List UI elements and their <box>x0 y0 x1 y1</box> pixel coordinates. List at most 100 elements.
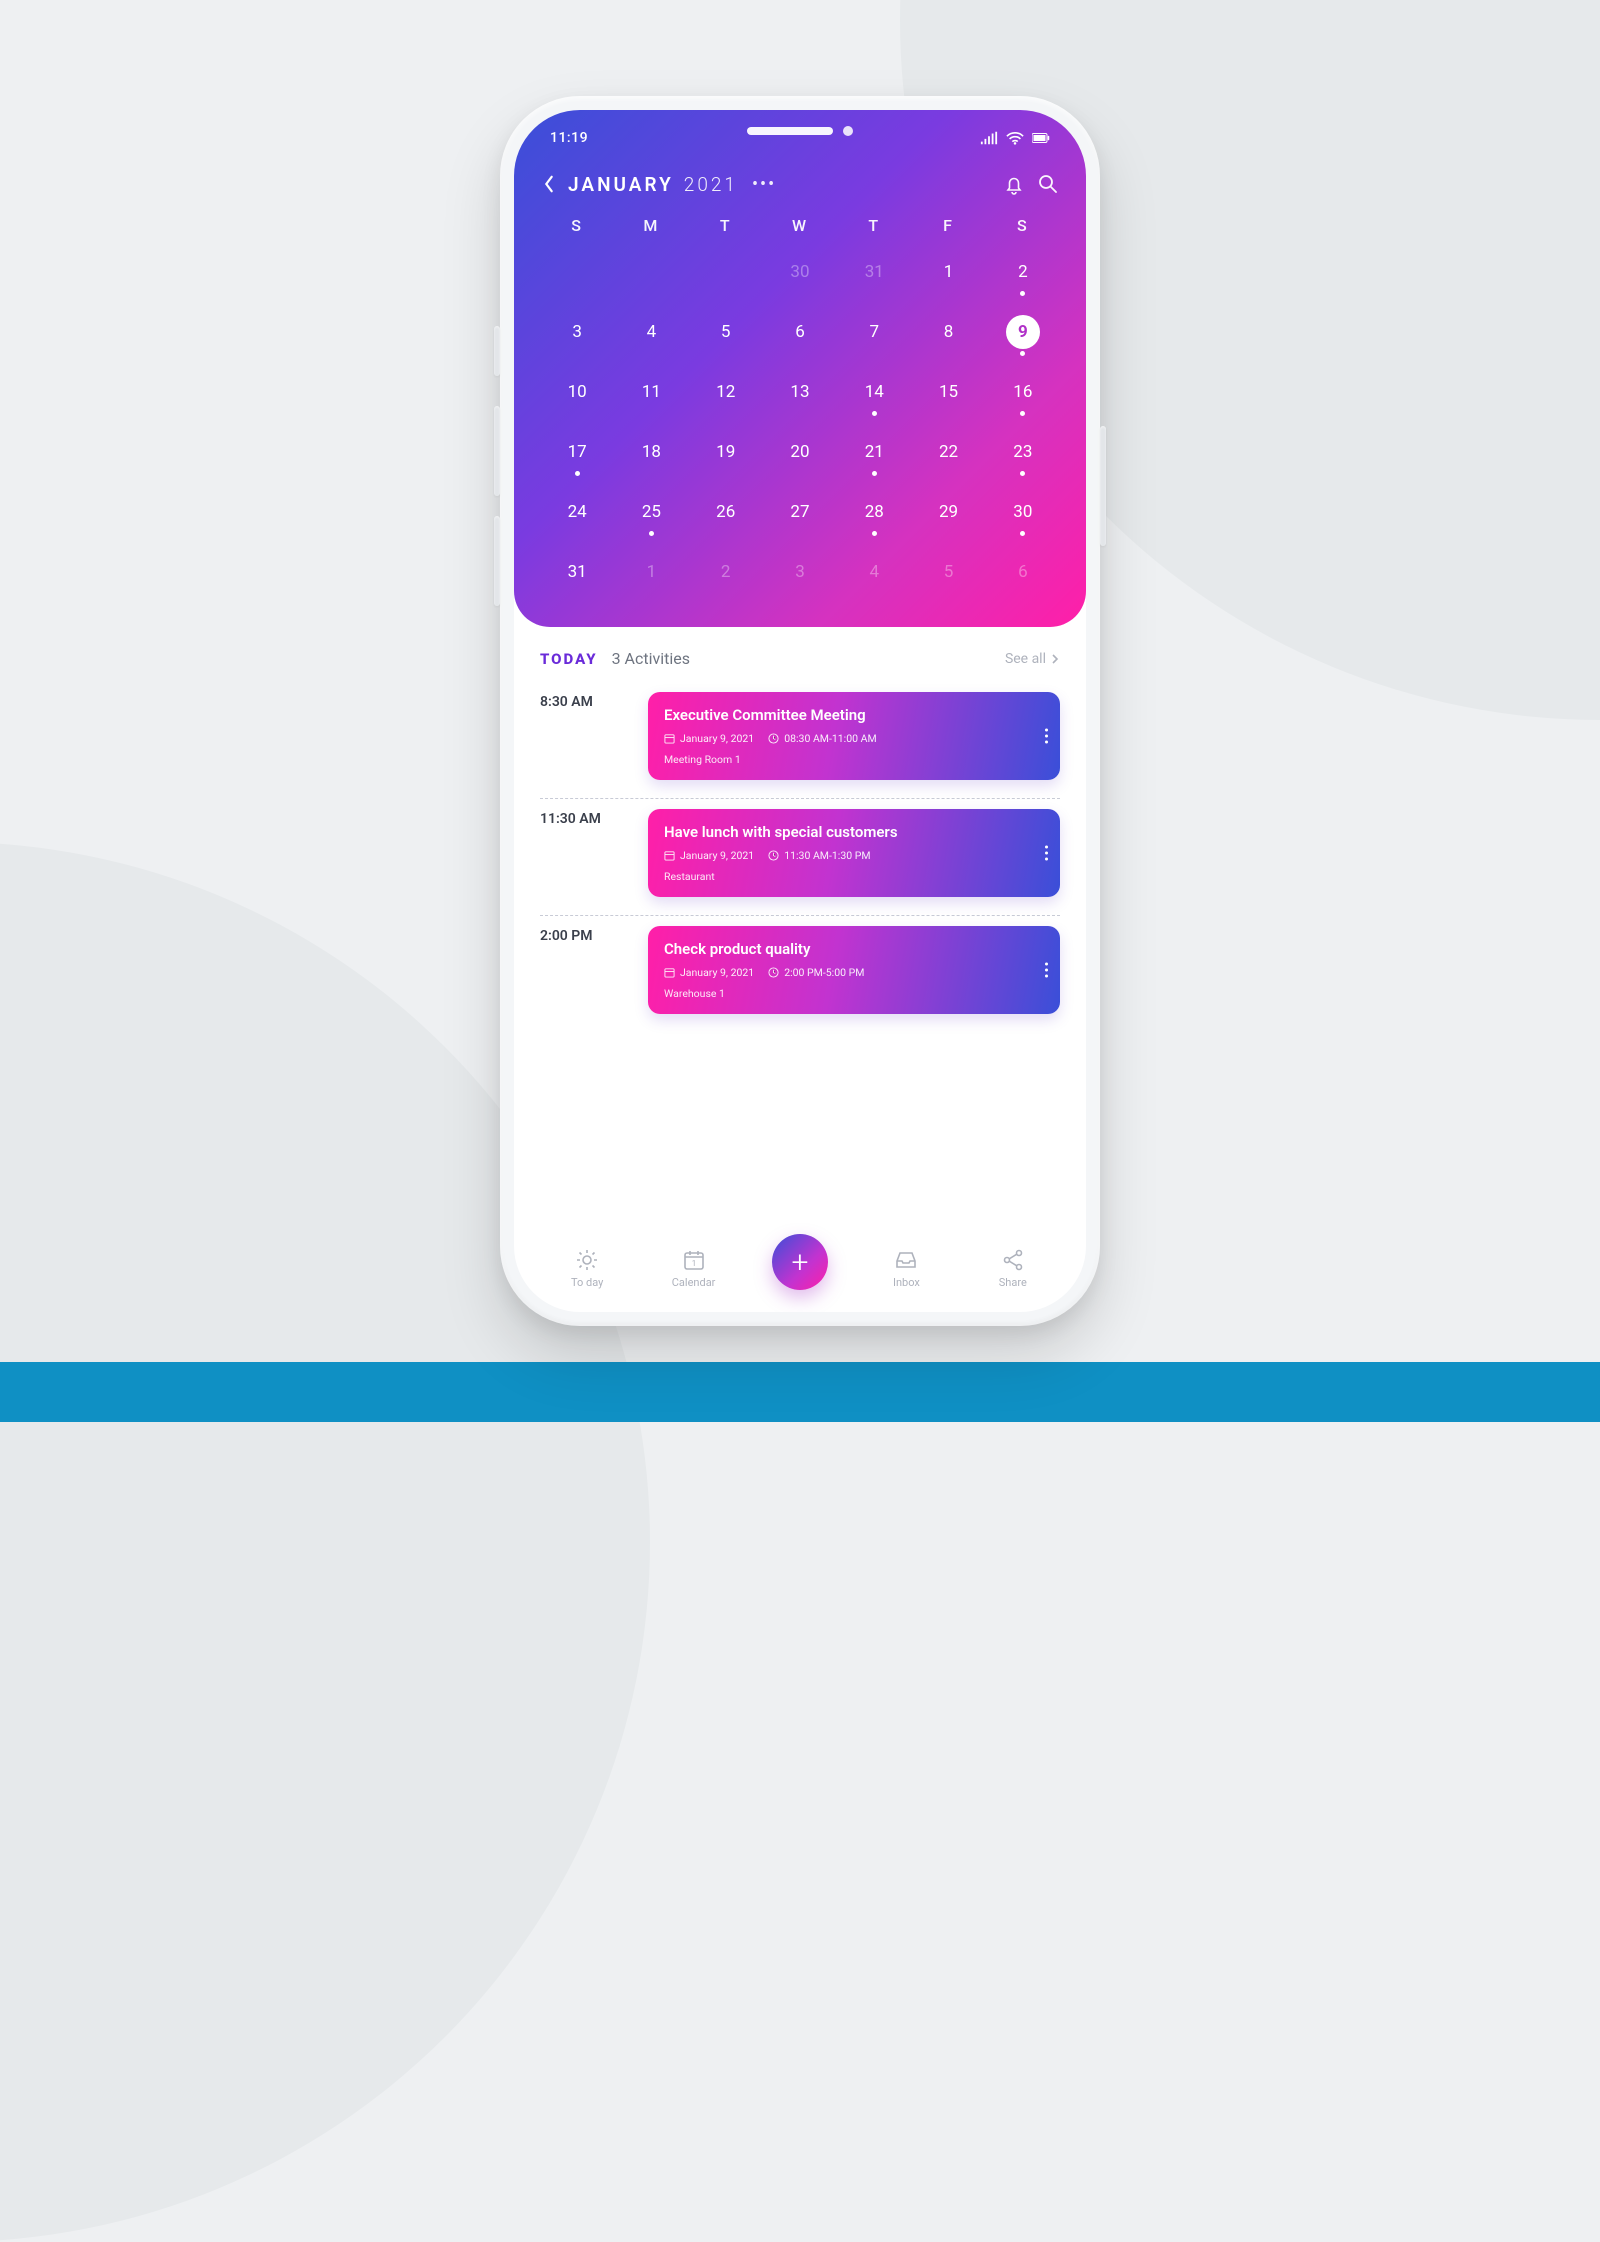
week-row: 24 25 26 27282930 <box>540 485 1060 545</box>
day-cell[interactable]: 9 <box>986 305 1060 365</box>
weekday-cell: W <box>763 216 837 235</box>
day-cell[interactable]: 18 <box>614 425 688 485</box>
day-cell[interactable]: 5 <box>689 305 763 365</box>
bell-icon[interactable] <box>1002 172 1026 196</box>
day-cell[interactable]: 7 <box>837 305 911 365</box>
day-cell[interactable]: 17 <box>540 425 614 485</box>
day-number: 2 <box>709 555 743 589</box>
day-cell[interactable]: 31 <box>540 545 614 605</box>
activity-title: Check product quality <box>664 940 1020 958</box>
day-cell[interactable]: 20 <box>763 425 837 485</box>
day-number: 4 <box>857 555 891 589</box>
day-number: 26 <box>709 495 743 529</box>
activity-card[interactable]: Have lunch with special customers Januar… <box>648 809 1060 897</box>
day-cell[interactable]: 21 <box>837 425 911 485</box>
nav-inbox[interactable]: Inbox <box>893 1248 920 1289</box>
event-dot <box>1020 411 1025 416</box>
svg-text:1: 1 <box>691 1259 696 1268</box>
day-number: 14 <box>857 375 891 409</box>
more-icon[interactable]: ••• <box>752 174 776 195</box>
card-more-icon[interactable] <box>1045 846 1048 861</box>
day-cell[interactable]: 31 <box>837 245 911 305</box>
weekday-cell: S <box>986 216 1060 235</box>
day-number: 24 <box>560 495 594 529</box>
day-cell[interactable]: 27 <box>763 485 837 545</box>
activity-time: 8:30 AM <box>540 692 630 780</box>
weekday-cell: M <box>614 216 688 235</box>
activity-card[interactable]: Executive Committee Meeting January 9, 2… <box>648 692 1060 780</box>
day-cell[interactable]: 19 <box>689 425 763 485</box>
event-dot <box>575 471 580 476</box>
day-cell[interactable]: 30 <box>986 485 1060 545</box>
day-cell[interactable]: 3 <box>763 545 837 605</box>
day-cell <box>614 245 688 305</box>
day-cell[interactable]: 2 <box>986 245 1060 305</box>
day-cell[interactable]: 10 <box>540 365 614 425</box>
day-cell[interactable]: 5 <box>911 545 985 605</box>
day-cell[interactable]: 8 <box>911 305 985 365</box>
activity-card[interactable]: Check product quality January 9, 2021 2:… <box>648 926 1060 1014</box>
day-number: 19 <box>709 435 743 469</box>
day-number: 12 <box>709 375 743 409</box>
nav-today[interactable]: To day <box>571 1248 603 1289</box>
day-cell[interactable]: 14 <box>837 365 911 425</box>
clock-mini-icon <box>768 850 779 861</box>
event-dot <box>1020 531 1025 536</box>
week-row: 30 3112 <box>540 245 1060 305</box>
day-cell[interactable]: 1 <box>614 545 688 605</box>
day-cell[interactable]: 15 <box>911 365 985 425</box>
day-cell[interactable]: 11 <box>614 365 688 425</box>
day-cell[interactable]: 6 <box>986 545 1060 605</box>
calendar-mini-icon <box>664 967 675 978</box>
weekday-cell: T <box>837 216 911 235</box>
clock-mini-icon <box>768 967 779 978</box>
activity-meta: January 9, 2021 11:30 AM-1:30 PM <box>664 849 1020 862</box>
day-cell[interactable]: 13 <box>763 365 837 425</box>
week-row: 1718 19 20 21 2223 <box>540 425 1060 485</box>
activity-location: Warehouse 1 <box>664 987 1020 1000</box>
year-label[interactable]: 2021 <box>684 173 738 196</box>
day-cell[interactable]: 25 <box>614 485 688 545</box>
day-cell[interactable]: 29 <box>911 485 985 545</box>
day-cell[interactable]: 1 <box>911 245 985 305</box>
day-cell[interactable]: 23 <box>986 425 1060 485</box>
day-cell[interactable]: 30 <box>763 245 837 305</box>
day-number: 31 <box>560 555 594 589</box>
nav-share[interactable]: Share <box>999 1248 1027 1289</box>
day-number: 30 <box>783 255 817 289</box>
share-icon <box>1001 1248 1025 1272</box>
day-cell[interactable]: 26 <box>689 485 763 545</box>
back-icon[interactable] <box>540 175 558 193</box>
card-more-icon[interactable] <box>1045 729 1048 744</box>
status-icons <box>980 131 1050 145</box>
activity-range: 11:30 AM-1:30 PM <box>784 849 870 862</box>
card-more-icon[interactable] <box>1045 963 1048 978</box>
today-label: TODAY <box>540 650 598 668</box>
day-cell[interactable]: 22 <box>911 425 985 485</box>
nav-calendar[interactable]: 1 Calendar <box>672 1248 716 1289</box>
clock-mini-icon <box>768 733 779 744</box>
day-cell[interactable]: 2 <box>689 545 763 605</box>
day-cell[interactable]: 3 <box>540 305 614 365</box>
inbox-icon <box>894 1248 918 1272</box>
see-all-link[interactable]: See all <box>1005 651 1060 667</box>
add-button[interactable]: + <box>772 1234 828 1290</box>
volume-down <box>494 516 500 606</box>
day-cell[interactable]: 16 <box>986 365 1060 425</box>
day-cell[interactable]: 4 <box>837 545 911 605</box>
day-cell[interactable]: 4 <box>614 305 688 365</box>
front-camera <box>843 126 853 136</box>
day-cell <box>540 245 614 305</box>
search-icon[interactable] <box>1036 172 1060 196</box>
day-number: 6 <box>1006 555 1040 589</box>
day-cell[interactable]: 28 <box>837 485 911 545</box>
weekday-cell: T <box>689 216 763 235</box>
day-cell[interactable]: 6 <box>763 305 837 365</box>
day-cell[interactable]: 12 <box>689 365 763 425</box>
day-number: 21 <box>857 435 891 469</box>
week-row: 3456789 <box>540 305 1060 365</box>
month-label[interactable]: JANUARY <box>568 173 674 196</box>
activity-meta: January 9, 2021 2:00 PM-5:00 PM <box>664 966 1020 979</box>
activity-location: Restaurant <box>664 870 1020 883</box>
day-cell[interactable]: 24 <box>540 485 614 545</box>
